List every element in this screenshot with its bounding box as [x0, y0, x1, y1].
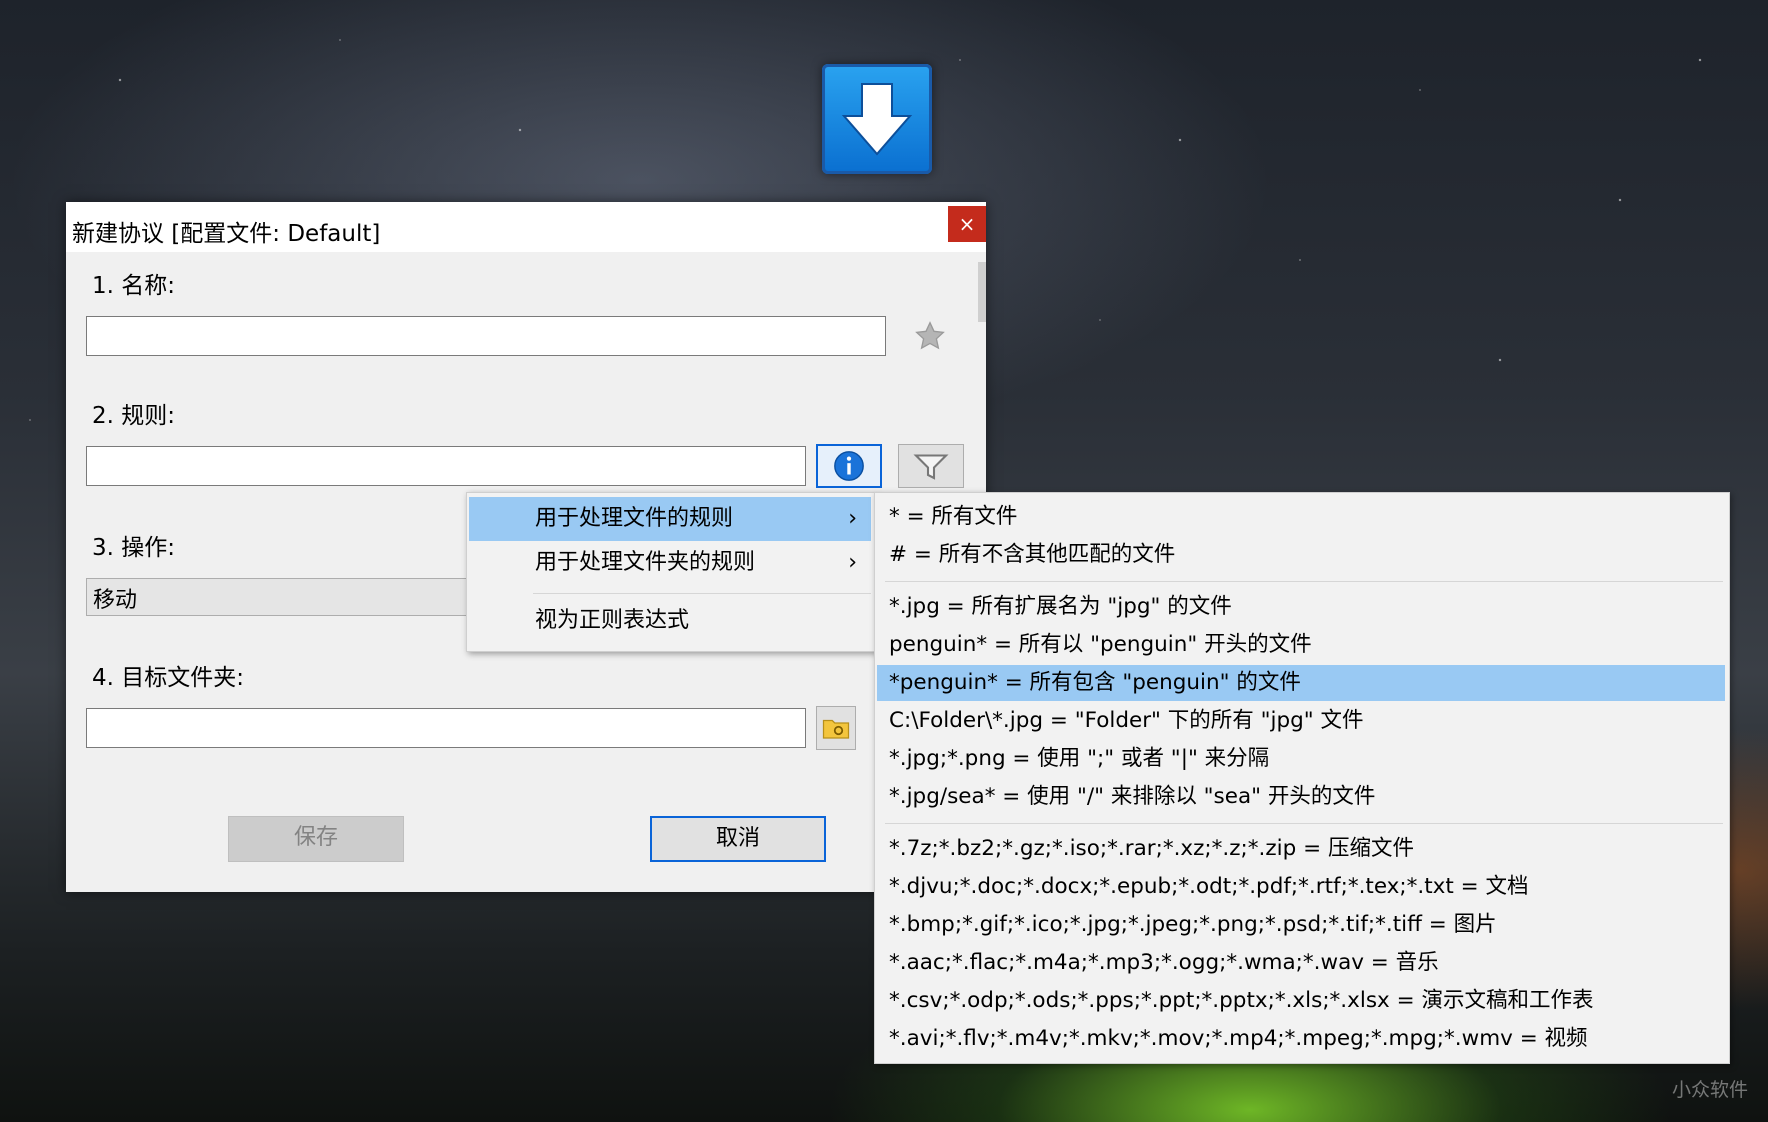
- folder-icon: [822, 719, 850, 739]
- submenu-item[interactable]: *.djvu;*.doc;*.docx;*.epub;*.odt;*.pdf;*…: [877, 869, 1725, 905]
- info-icon: [834, 451, 864, 481]
- dialog-title: 新建协议 [配置文件: Default]: [72, 221, 381, 247]
- chevron-right-icon: ›: [848, 506, 857, 531]
- menu-item-label: 用于处理文件的规则: [535, 506, 734, 531]
- menu-item-label: 视为正则表达式: [535, 608, 690, 633]
- close-button[interactable]: ×: [948, 206, 986, 242]
- name-label: 1. 名称:: [92, 273, 176, 299]
- submenu-separator: [885, 581, 1723, 582]
- submenu-item-highlighted[interactable]: *penguin* = 所有包含 "penguin" 的文件: [877, 665, 1725, 701]
- submenu-item[interactable]: *.jpg = 所有扩展名为 "jpg" 的文件: [877, 589, 1725, 625]
- dialog-titlebar: 新建协议 [配置文件: Default] ×: [66, 202, 986, 252]
- watermark: 小众软件: [1671, 1079, 1748, 1101]
- submenu-item[interactable]: C:\Folder\*.jpg = "Folder" 下的所有 "jpg" 文件: [877, 703, 1725, 739]
- menu-item-regex[interactable]: 视为正则表达式: [469, 599, 871, 643]
- submenu-separator: [885, 823, 1723, 824]
- save-button[interactable]: 保存: [228, 816, 404, 862]
- submenu-item[interactable]: *.jpg/sea* = 使用 "/" 来排除以 "sea" 开头的文件: [877, 779, 1725, 815]
- submenu-item[interactable]: *.7z;*.bz2;*.gz;*.iso;*.rar;*.xz;*.z;*.z…: [877, 831, 1725, 867]
- submenu-item[interactable]: penguin* = 所有以 "penguin" 开头的文件: [877, 627, 1725, 663]
- target-folder-label: 4. 目标文件夹:: [92, 665, 245, 691]
- submenu-item[interactable]: *.avi;*.flv;*.m4v;*.mkv;*.mov;*.mp4;*.mp…: [877, 1021, 1725, 1057]
- action-select-value: 移动: [93, 588, 138, 613]
- rule-help-button[interactable]: [816, 444, 882, 488]
- action-label: 3. 操作:: [92, 535, 176, 561]
- name-input[interactable]: [86, 316, 886, 356]
- submenu-item[interactable]: * = 所有文件: [877, 499, 1725, 535]
- menu-item-folder-rules[interactable]: 用于处理文件夹的规则 ›: [469, 541, 871, 585]
- target-folder-input[interactable]: [86, 708, 806, 748]
- submenu-item[interactable]: *.jpg;*.png = 使用 ";" 或者 "|" 来分隔: [877, 741, 1725, 777]
- dialog-scrollbar[interactable]: [978, 262, 986, 322]
- rule-context-menu: 用于处理文件的规则 › 用于处理文件夹的规则 › 视为正则表达式: [466, 492, 876, 652]
- rule-input[interactable]: [86, 446, 806, 486]
- menu-item-file-rules[interactable]: 用于处理文件的规则 ›: [469, 497, 871, 541]
- cancel-button[interactable]: 取消: [650, 816, 826, 862]
- star-icon[interactable]: [910, 316, 950, 356]
- rule-label: 2. 规则:: [92, 403, 176, 429]
- submenu-item[interactable]: *.aac;*.flac;*.m4a;*.mp3;*.ogg;*.wma;*.w…: [877, 945, 1725, 981]
- submenu-item[interactable]: *.csv;*.odp;*.ods;*.pps;*.ppt;*.pptx;*.x…: [877, 983, 1725, 1019]
- menu-separator: [533, 593, 871, 594]
- download-arrow-icon: [822, 64, 932, 174]
- menu-item-label: 用于处理文件夹的规则: [535, 550, 756, 575]
- filter-icon: [913, 454, 949, 480]
- file-rules-submenu: * = 所有文件 # = 所有不含其他匹配的文件 *.jpg = 所有扩展名为 …: [874, 492, 1730, 1064]
- browse-folder-button[interactable]: [816, 706, 856, 750]
- submenu-item[interactable]: *.bmp;*.gif;*.ico;*.jpg;*.jpeg;*.png;*.p…: [877, 907, 1725, 943]
- submenu-item[interactable]: # = 所有不含其他匹配的文件: [877, 537, 1725, 573]
- chevron-right-icon: ›: [848, 550, 857, 575]
- filter-button[interactable]: [898, 444, 964, 488]
- close-icon: ×: [958, 212, 976, 236]
